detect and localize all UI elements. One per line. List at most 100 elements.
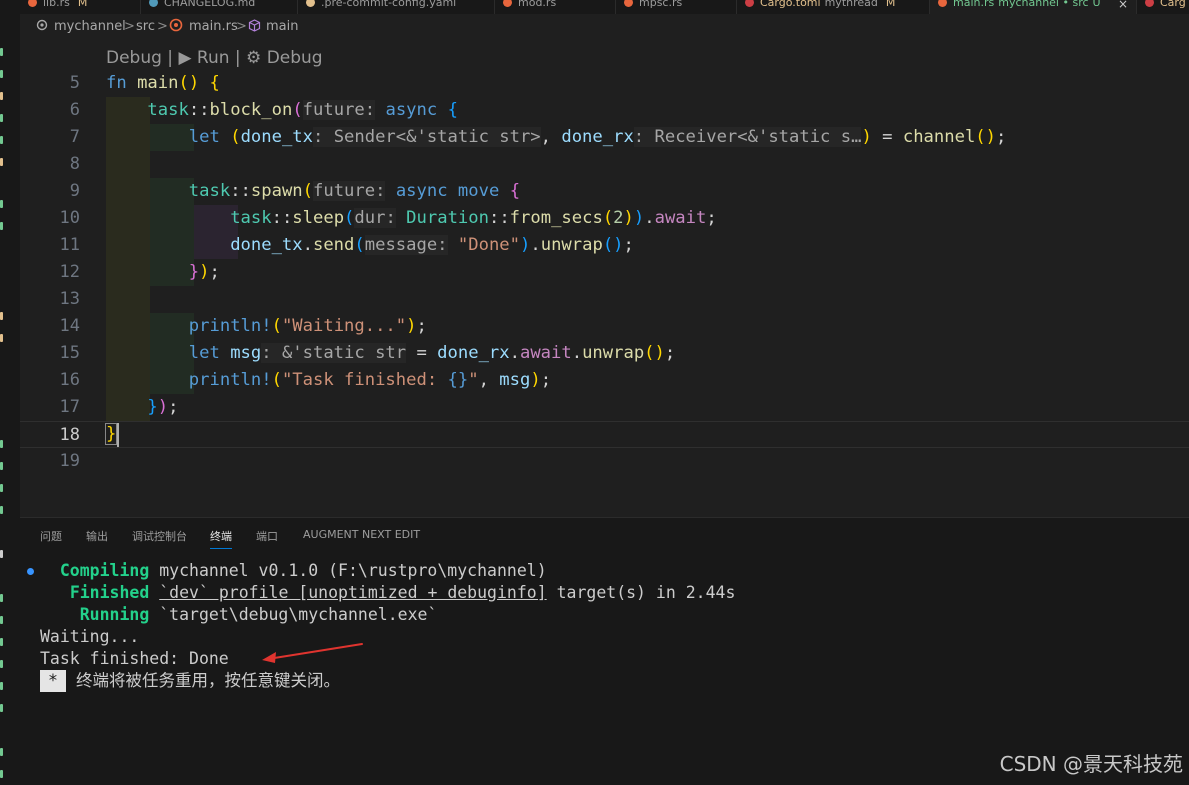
code-text: println!("Waiting..."); — [188, 316, 427, 336]
git-change-mark — [0, 704, 3, 712]
code-line: 7 let (done_tx: Sender<&'static str>, do… — [20, 124, 1189, 151]
breadcrumb-separator: > — [157, 19, 168, 34]
codelens-run-debug[interactable]: Debug | ▶ Run | ⚙ Debug — [106, 48, 323, 68]
git-change-mark — [0, 770, 3, 778]
line-number: 13 — [59, 289, 80, 309]
git-change-mark — [0, 334, 3, 342]
terminal-status-dot-icon — [27, 568, 34, 575]
tab-terminal[interactable]: 终端 — [210, 528, 232, 549]
tab-mod-rs[interactable]: mod.rs — [495, 0, 616, 14]
tab-cargo[interactable]: Carg — [1137, 0, 1189, 14]
tab-ports[interactable]: 端口 — [256, 528, 278, 548]
git-change-mark — [0, 136, 3, 144]
terminal-line-task-finished: Task finished: Done — [40, 649, 229, 668]
activity-strip — [0, 0, 21, 785]
code-line: 13 — [20, 286, 1189, 313]
code-line: 11 done_tx.send(message: "Done").unwrap(… — [20, 232, 1189, 259]
markdown-file-icon — [149, 0, 158, 7]
editor-tab-bar: lib.rs M CHANGELOG.md .pre-commit-config.… — [20, 0, 1189, 14]
line-number: 15 — [59, 343, 80, 363]
code-line: 8 — [20, 151, 1189, 178]
line-number: 17 — [59, 397, 80, 417]
tab-lib-rs[interactable]: lib.rs M — [20, 0, 141, 14]
git-change-mark — [0, 48, 3, 56]
code-line: 14 println!("Waiting..."); — [20, 313, 1189, 340]
code-text: println!("Task finished: {}", msg); — [188, 370, 552, 390]
git-change-mark — [0, 484, 3, 492]
line-number: 5 — [69, 73, 80, 93]
rust-file-icon — [938, 0, 947, 7]
line-number: 6 — [69, 100, 80, 120]
terminal-line-finished: Finished `dev` profile [unoptimized + de… — [69, 583, 736, 602]
reuse-badge: * — [40, 670, 66, 692]
code-text: fn main() { — [106, 73, 220, 93]
code-line: 9 task::spawn(future: async move { — [20, 178, 1189, 205]
breadcrumb-item-file[interactable]: main.rs — [169, 14, 238, 40]
code-line: 5 fn main() { — [20, 70, 1189, 97]
git-change-mark — [0, 550, 3, 558]
code-line: 19 — [20, 448, 1189, 475]
repo-icon — [36, 19, 48, 31]
line-number: 14 — [59, 316, 80, 336]
line-number: 9 — [69, 181, 80, 201]
rust-file-icon — [503, 0, 512, 7]
yaml-file-icon — [306, 0, 315, 7]
close-icon[interactable]: × — [1118, 0, 1128, 11]
terminal-line-compiling: Compiling mychannel v0.1.0 (F:\rustpro\m… — [59, 561, 547, 580]
terminal-line-waiting: Waiting... — [40, 627, 140, 646]
breadcrumb-item-src[interactable]: src — [136, 14, 155, 40]
bottom-panel: 问题 输出 调试控制台 终端 端口 AUGMENT NEXT EDIT Comp… — [20, 517, 1189, 785]
line-number: 11 — [59, 235, 80, 255]
red-arrow-icon — [262, 643, 363, 663]
terminal-line-reuse: * 终端将被任务重用，按任意键关闭。 — [40, 670, 340, 692]
line-number: 10 — [59, 208, 80, 228]
tab-main-rs[interactable]: main.rs mychannel • src U × — [930, 0, 1137, 14]
breadcrumb: mychannel > src > main.rs > main — [20, 14, 1189, 40]
line-number: 7 — [69, 127, 80, 147]
breadcrumb-item-symbol[interactable]: main — [248, 14, 298, 40]
git-change-mark — [0, 594, 3, 602]
terminal-line-running: Running `target\debug\mychannel.exe` — [79, 605, 438, 624]
code-line-current: 18 } — [20, 421, 1189, 448]
cube-symbol-icon — [248, 19, 261, 32]
git-change-mark — [0, 506, 3, 514]
code-text: let (done_tx: Sender<&'static str>, done… — [188, 127, 1007, 147]
code-text: } — [104, 423, 118, 445]
git-change-mark — [0, 222, 3, 230]
git-change-mark — [0, 158, 3, 166]
git-change-mark — [0, 638, 3, 646]
rust-file-icon — [28, 0, 37, 7]
git-change-mark — [0, 660, 3, 668]
git-change-mark — [0, 440, 3, 448]
tab-cargo-toml[interactable]: Cargo.toml mythread M — [737, 0, 930, 14]
line-number: 12 — [59, 262, 80, 282]
code-line: 10 task::sleep(dur: Duration::from_secs(… — [20, 205, 1189, 232]
toml-file-icon — [745, 0, 754, 7]
code-text: }); — [188, 262, 220, 282]
git-change-mark — [0, 114, 3, 122]
code-line: 15 let msg: &'static str = done_rx.await… — [20, 340, 1189, 367]
breadcrumb-item-folder[interactable]: mychannel — [36, 14, 126, 40]
tab-pre-commit-config[interactable]: .pre-commit-config.yaml — [298, 0, 495, 14]
line-number: 8 — [69, 154, 80, 174]
tab-changelog-md[interactable]: CHANGELOG.md — [141, 0, 298, 14]
code-line: 17 }); — [20, 394, 1189, 421]
tab-debug-console[interactable]: 调试控制台 — [132, 528, 187, 548]
line-number: 19 — [59, 451, 80, 471]
line-number: 16 — [59, 370, 80, 390]
git-change-mark — [0, 616, 3, 624]
tab-augment-next-edit[interactable]: AUGMENT NEXT EDIT — [303, 528, 420, 545]
reuse-message: 终端将被任务重用，按任意键关闭。 — [75, 671, 340, 690]
code-line: 6 task::block_on(future: async { — [20, 97, 1189, 124]
watermark: CSDN @景天科技苑 — [999, 752, 1183, 776]
tab-mpsc-rs[interactable]: mpsc.rs — [616, 0, 737, 14]
git-change-mark — [0, 682, 3, 690]
toml-file-icon — [1145, 0, 1154, 7]
tab-output[interactable]: 输出 — [86, 528, 108, 548]
tab-problems[interactable]: 问题 — [40, 528, 62, 548]
rust-file-icon — [624, 0, 633, 7]
code-editor[interactable]: Debug | ▶ Run | ⚙ Debug 5 fn main() { 6 … — [20, 40, 1189, 517]
code-text: task::sleep(dur: Duration::from_secs(2))… — [230, 208, 717, 228]
code-line: 16 println!("Task finished: {}", msg); — [20, 367, 1189, 394]
code-text: done_tx.send(message: "Done").unwrap(); — [230, 235, 634, 255]
